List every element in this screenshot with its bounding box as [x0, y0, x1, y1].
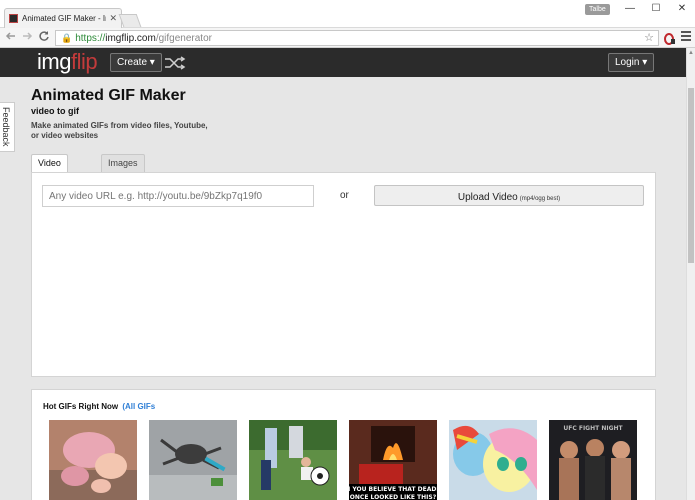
gif-thumbnail[interactable]: UFC FIGHT NIGHT [549, 420, 637, 500]
hot-gifs-heading: Hot GIFs Right Now (All GIFs [43, 402, 155, 411]
scroll-up-arrow-icon[interactable]: ▲ [688, 50, 694, 56]
gif-thumbnail[interactable] [49, 420, 137, 500]
browser-titlebar: Animated GIF Maker - Img ✕ Talbe — ☐ ✕ [0, 0, 695, 28]
page-title: Animated GIF Maker [31, 87, 186, 104]
bookmark-star-icon[interactable]: ☆ [644, 31, 654, 45]
page-scrollbar[interactable]: ▲ [686, 48, 695, 500]
site-header: imgflip Create ▾ Login ▾ [0, 48, 686, 77]
gif-thumbnail[interactable]: N YOU BELIEVE THAT DEADP ONCE LOOKED LIK… [349, 420, 437, 500]
tab-images-to-gif[interactable]: Images to GIF [101, 154, 145, 185]
new-tab-button[interactable] [118, 14, 142, 27]
gif-caption: UFC FIGHT NIGHT [563, 425, 623, 432]
login-dropdown-button[interactable]: Login ▾ [608, 53, 655, 72]
feedback-tab[interactable]: Feedback [0, 102, 15, 152]
profile-badge[interactable]: Talbe [585, 4, 610, 15]
video-url-input[interactable] [42, 185, 314, 207]
logo-text-flip: flip [70, 49, 98, 74]
minimize-button[interactable]: — [618, 2, 642, 16]
secure-lock-icon: 🔒 [61, 33, 73, 43]
gif-thumbnail[interactable] [149, 420, 237, 500]
all-gifs-link[interactable]: (All GIFs [122, 402, 155, 411]
forward-arrow-icon[interactable] [20, 30, 34, 46]
description-line-1: Make animated GIFs from video files, You… [31, 121, 208, 130]
tab-close-icon[interactable]: ✕ [109, 13, 117, 24]
create-dropdown-button[interactable]: Create ▾ [110, 53, 162, 72]
or-separator: or [340, 190, 349, 201]
page-subtitle: video to gif [31, 106, 79, 116]
hot-gifs-title: Hot GIFs Right Now [43, 402, 119, 411]
reload-icon[interactable] [37, 30, 51, 46]
upload-video-button[interactable]: Upload Video (mp4/ogg best) [374, 185, 644, 206]
gif-thumbnail[interactable] [449, 420, 537, 500]
tab-title: Animated GIF Maker - Img [22, 14, 106, 23]
video-to-gif-panel: or Upload Video(mp4/ogg best) [31, 172, 656, 377]
window-close-button[interactable]: ✕ [670, 2, 694, 16]
imgflip-favicon-icon [9, 14, 18, 23]
url-scheme: https:// [75, 33, 106, 44]
gif-caption-line-1: N YOU BELIEVE THAT DEADP [349, 486, 437, 493]
gif-caption-line-2: ONCE LOOKED LIKE THIS? [350, 494, 437, 500]
tab-video-to-gif[interactable]: Video to GIF [31, 154, 68, 202]
maximize-button[interactable]: ☐ [644, 2, 668, 16]
description-line-2: or video websites [31, 131, 99, 140]
gif-thumbnail[interactable] [249, 420, 337, 500]
page-description: Make animated GIFs from video files, You… [31, 121, 231, 141]
url-path: /gifgenerator [155, 33, 212, 44]
shuffle-icon[interactable] [164, 56, 186, 70]
upload-video-label: Upload Video [457, 192, 518, 203]
address-bar[interactable]: 🔒 https://imgflip.com/gifgenerator ☆ [55, 30, 659, 46]
scroll-thumb[interactable] [688, 88, 694, 263]
browser-menu-icon[interactable] [681, 31, 691, 43]
url-host: imgflip.com [105, 33, 156, 44]
logo-text-img: img [37, 49, 71, 74]
imgflip-logo[interactable]: imgflip [37, 49, 98, 75]
hot-gifs-panel: Hot GIFs Right Now (All GIFs N YOU BELIE… [31, 389, 656, 500]
back-arrow-icon[interactable] [4, 30, 18, 46]
upload-video-hint: (mp4/ogg best) [519, 196, 561, 202]
browser-toolbar: 🔒 https://imgflip.com/gifgenerator ☆ [0, 28, 695, 48]
opera-extension-icon[interactable] [664, 32, 675, 45]
feedback-label: Feedback [1, 107, 11, 147]
browser-tab[interactable]: Animated GIF Maker - Img ✕ [4, 8, 122, 28]
